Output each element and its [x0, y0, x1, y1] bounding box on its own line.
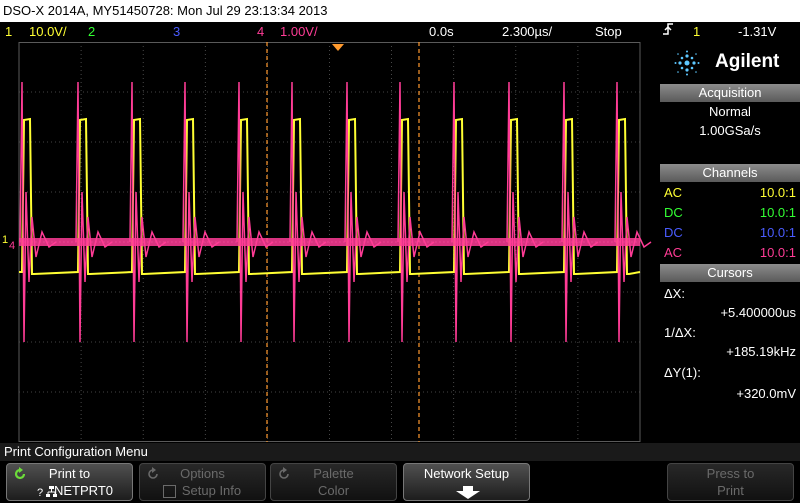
trigger-source[interactable]: 1 — [693, 22, 700, 42]
ch4-scale[interactable]: 1.00V/ — [280, 22, 318, 42]
run-state[interactable]: Stop — [595, 22, 622, 42]
agilent-spark-icon — [674, 50, 700, 81]
channel-coupling: DC — [664, 225, 683, 240]
trigger-position-marker — [332, 44, 344, 51]
info-panel: Agilent Acquisition Normal 1.00GSa/s Cha… — [660, 42, 800, 442]
options-softkey[interactable]: Options Setup Info — [139, 463, 266, 501]
ch4-trace-spike — [614, 81, 652, 343]
status-bar: 1 10.0V/ 2 3 4 1.00V/ 0.0s 2.300µs/ Stop… — [0, 22, 800, 42]
cursor-inv-dx-label: 1/ΔX: — [664, 325, 696, 340]
softkey-line2: Print — [717, 483, 744, 498]
title-bar: DSO-X 2014A, MY51450728: Mon Jul 29 23:1… — [0, 0, 800, 22]
cursor-dx-label-row: ΔX: — [660, 284, 796, 303]
ch4-trace-baseline — [19, 238, 640, 246]
ch1-number[interactable]: 1 — [5, 22, 12, 42]
cursors-header: Cursors — [660, 264, 800, 282]
ch4-trace-spike — [561, 81, 599, 343]
down-arrow-icon — [454, 486, 482, 502]
softkey-line1: Print to — [48, 466, 91, 481]
waveform-graticule: 14 — [2, 42, 652, 442]
channel-coupling: AC — [664, 245, 683, 260]
trigger-level[interactable]: -1.31V — [738, 22, 776, 42]
press-to-print-softkey[interactable]: Press to Print — [667, 463, 794, 501]
ch4-trace-spike — [344, 81, 382, 343]
ch4-trace-spike — [129, 81, 167, 343]
cursor-dx-value: +5.400000us — [720, 305, 796, 320]
acquisition-header: Acquisition — [660, 84, 800, 102]
acquisition-rate: 1.00GSa/s — [699, 123, 761, 138]
cursor-dx-value-row: +5.400000us — [660, 303, 796, 322]
channel-row-3: DC 10.0:1 — [660, 223, 796, 242]
softkey-line2: Setup Info — [181, 483, 242, 498]
network-setup-softkey[interactable]: Network Setup — [403, 463, 530, 501]
ch1-scale[interactable]: 10.0V/ — [29, 22, 67, 42]
horizontal-delay[interactable]: 0.0s — [429, 22, 454, 42]
softkey-line2: NETPRT0 — [54, 483, 113, 498]
ch4-trace-spike — [451, 81, 489, 343]
trigger-edge-icon — [662, 22, 674, 42]
menu-title: Print Configuration Menu — [0, 443, 800, 461]
timebase[interactable]: 2.300µs/ — [502, 22, 552, 42]
softkey-line2: Color — [317, 483, 350, 498]
ch4-ground-marker: 4 — [9, 240, 15, 252]
channel-coupling: AC — [664, 185, 683, 200]
ch4-trace-spike — [506, 81, 544, 343]
ch1-ground-marker: 1 — [2, 234, 8, 246]
ch4-trace-spike — [182, 81, 220, 343]
brand: Agilent — [660, 42, 800, 82]
ch4-trace-spike — [289, 81, 327, 343]
palette-softkey[interactable]: Palette Color — [270, 463, 397, 501]
channel-probe: 10.0:1 — [759, 185, 796, 200]
channel-probe: 10.0:1 — [759, 205, 796, 220]
softkey-line1: Press to — [706, 466, 755, 481]
cursor-dy-label-row: ΔY(1): — [660, 363, 796, 382]
print-to-softkey[interactable]: Print to ? NETPRT0 — [6, 463, 133, 501]
channel-coupling: DC — [664, 205, 683, 220]
acquisition-mode: Normal — [709, 104, 751, 119]
cursor-inv-label-row: 1/ΔX: — [660, 323, 796, 342]
ch4-trace-spike — [19, 81, 57, 343]
waveform-display[interactable]: 14 — [0, 42, 660, 442]
ch4-trace-spike — [397, 81, 435, 343]
softkey-line1: Palette — [313, 466, 354, 481]
softkey-line1: Options — [180, 466, 225, 481]
channel-row-4: AC 10.0:1 — [660, 243, 796, 262]
cursor-dy-value: +320.0mV — [736, 386, 796, 401]
channel-probe: 10.0:1 — [759, 225, 796, 240]
ch3-number[interactable]: 3 — [173, 22, 180, 42]
channel-row-1: AC 10.0:1 — [660, 183, 796, 202]
cursor-dx-label: ΔX: — [664, 286, 685, 301]
ch2-number[interactable]: 2 — [88, 22, 95, 42]
softkey-line1: Network Setup — [423, 466, 510, 481]
cursor-inv-dx-value: +185.19kHz — [726, 344, 796, 359]
channel-probe: 10.0:1 — [759, 245, 796, 260]
channels-header: Channels — [660, 164, 800, 182]
cursor-dy-label: ΔY(1): — [664, 365, 701, 380]
channel-row-2: DC 10.0:1 — [660, 203, 796, 222]
cursor-inv-value-row: +185.19kHz — [660, 342, 796, 361]
ch4-number[interactable]: 4 — [257, 22, 264, 42]
brand-name: Agilent — [715, 51, 780, 72]
cursor-dy-value-row: +320.0mV — [660, 384, 796, 403]
